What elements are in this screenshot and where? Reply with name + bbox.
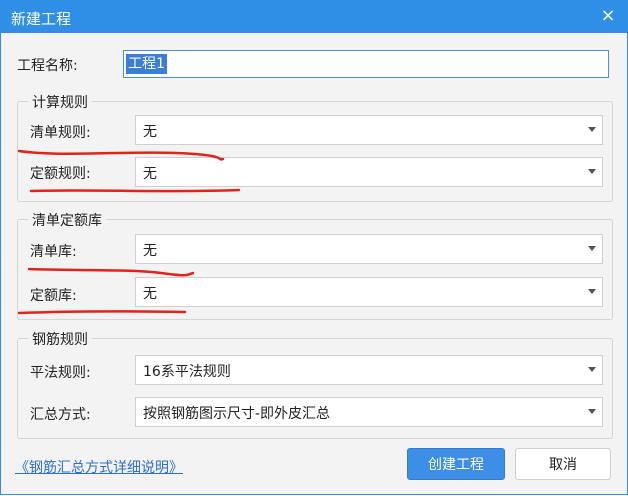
new-project-dialog: 新建工程 × 工程名称: 工程1 计算规则 清单规则: 无 定额规则: 无 清单…: [0, 0, 628, 495]
annotation-underline: [29, 188, 241, 193]
annotation-underline: [17, 149, 225, 161]
annotation-underline: [17, 310, 187, 315]
annotation-overlay: [17, 149, 241, 315]
annotation-underline: [27, 267, 195, 277]
